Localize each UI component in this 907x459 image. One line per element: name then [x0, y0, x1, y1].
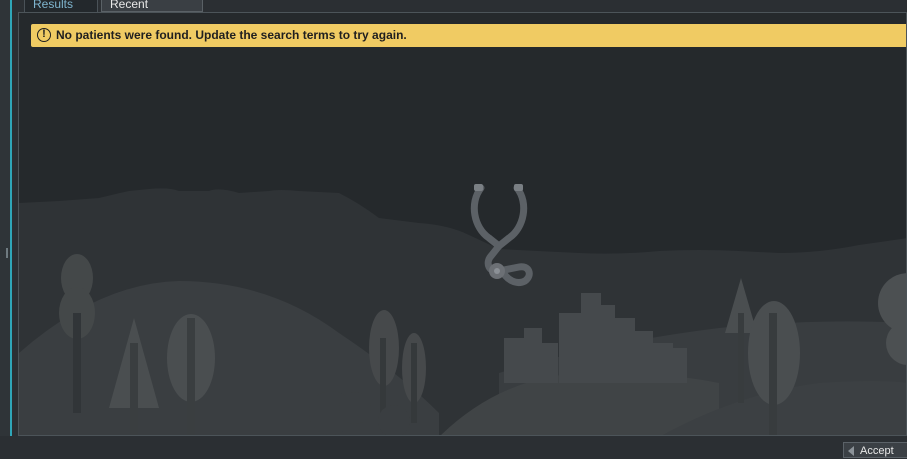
- results-panel: ! No patients were found. Update the sea…: [18, 12, 907, 436]
- bottom-bar: [0, 436, 907, 454]
- exclamation-circle-icon: !: [37, 28, 51, 42]
- tab-strip: Results Recent Patients: [18, 0, 907, 29]
- no-results-alert: ! No patients were found. Update the sea…: [31, 24, 906, 47]
- tab-recent-patients[interactable]: Recent Patients: [101, 0, 203, 29]
- splitter-grip[interactable]: [6, 248, 8, 258]
- left-splitter[interactable]: [0, 0, 12, 454]
- alert-message: No patients were found. Update the searc…: [56, 28, 407, 42]
- tab-results-label: Results: [33, 0, 74, 11]
- left-arrow-icon: [848, 446, 854, 456]
- accept-button[interactable]: Accept: [843, 442, 907, 458]
- tab-results[interactable]: Results: [24, 0, 98, 12]
- empty-state-illustration: [19, 184, 906, 435]
- accept-button-label: Accept: [860, 445, 894, 457]
